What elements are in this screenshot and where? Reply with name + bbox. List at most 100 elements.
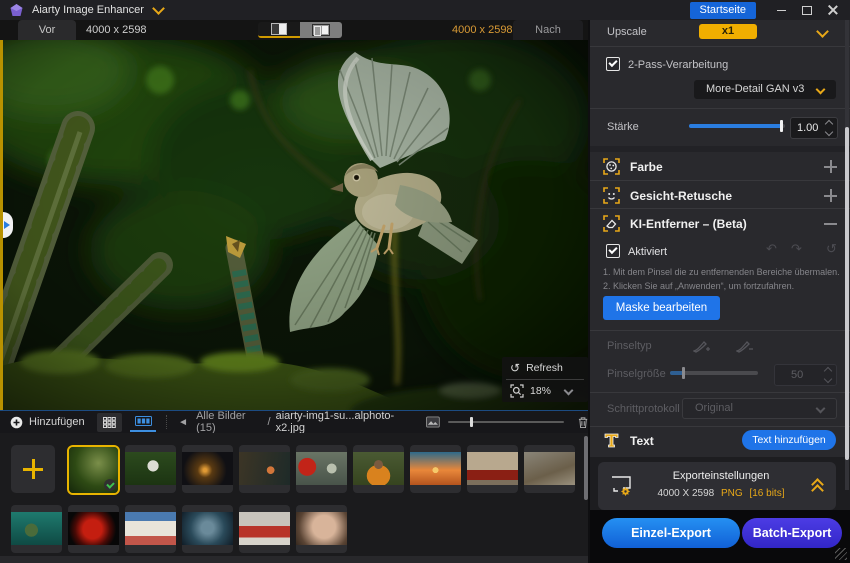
single-view-toggle[interactable] [258, 22, 300, 38]
two-pass-checkbox[interactable] [606, 57, 620, 71]
color-expand-icon[interactable] [824, 160, 837, 173]
grid-view-button[interactable] [96, 412, 123, 432]
split-view-toggle[interactable] [300, 22, 342, 38]
remover-section-header[interactable]: KI-Entferner – (Beta) [630, 217, 747, 231]
plus-circle-icon [10, 416, 23, 428]
history-label: Schrittprotokoll [607, 403, 680, 415]
thumbnail-photo [410, 452, 461, 485]
export-settings-box[interactable]: Exporteinstellungen 4000 X 2598 PNG [16 … [598, 462, 836, 510]
filmstrip-view-button[interactable] [130, 413, 157, 432]
strength-value-box[interactable]: 1.00 [790, 117, 838, 139]
breadcrumb[interactable]: Alle Bilder (15) [196, 410, 262, 434]
thumbnail-autumn-lake-house[interactable] [239, 445, 290, 493]
settings-panel: Upscale x1 2-Pass-Verarbeitung More-Deta… [588, 20, 850, 563]
thumbnail-woman-portrait[interactable] [296, 505, 347, 553]
remover-collapse-icon[interactable] [824, 217, 837, 230]
thumbnail-size-icon [425, 416, 440, 428]
thumbnail-heron[interactable] [125, 445, 176, 493]
undo-icon[interactable]: ↶ [766, 241, 777, 257]
thumbnail-photo [524, 452, 575, 485]
add-images-label: Hinzufügen [29, 416, 85, 428]
home-button[interactable]: Startseite [689, 1, 756, 19]
face-expand-icon[interactable] [824, 189, 837, 202]
thumbnails-horizontal-scrollbar[interactable] [0, 556, 588, 563]
single-view-icon [271, 23, 287, 35]
thumbnail-village-street[interactable] [524, 445, 575, 493]
enhanced-check-badge [104, 479, 116, 491]
color-section-icon [603, 158, 620, 175]
close-icon [828, 5, 838, 15]
thumbnail-photo [296, 452, 347, 485]
minimize-button[interactable] [768, 1, 794, 19]
text-section-icon [604, 433, 619, 448]
thumbnail-red-betta-fish[interactable] [68, 505, 119, 553]
history-dropdown[interactable]: Original [682, 398, 837, 419]
brush-size-value: 50 [791, 369, 804, 381]
model-dropdown[interactable]: More-Detail GAN v3 [694, 80, 836, 99]
brush-type-label: Pinseltyp [607, 340, 652, 352]
brush-add-icon[interactable] [693, 338, 710, 353]
face-section-icon [603, 187, 620, 204]
reset-icon[interactable]: ↺ [826, 241, 837, 257]
thumbnail-dog-closeup[interactable] [182, 505, 233, 553]
app-title: Aiarty Image Enhancer [32, 4, 144, 16]
tab-before[interactable]: Vor [18, 20, 76, 40]
single-export-button[interactable]: Einzel-Export [602, 518, 740, 548]
breadcrumb-separator: / [267, 416, 271, 428]
thumbnail-night-city[interactable] [182, 445, 233, 493]
trash-icon[interactable] [578, 416, 588, 429]
export-settings-icon [612, 476, 631, 496]
redo-icon[interactable]: ↷ [791, 241, 802, 257]
maximize-button[interactable] [794, 1, 820, 19]
thumbnail-red-station-snow[interactable] [239, 505, 290, 553]
remover-enabled-checkbox[interactable] [606, 244, 620, 258]
brush-subtract-icon[interactable] [736, 338, 753, 353]
thumbnail-child-orange-jacket[interactable] [353, 445, 404, 493]
add-image-tile[interactable] [11, 445, 55, 493]
thumbnail-photo [125, 452, 176, 485]
before-size-label: 4000 x 2598 [86, 24, 147, 36]
strength-spinner[interactable] [824, 119, 834, 137]
panel-scrollbar-thumb[interactable] [845, 127, 849, 460]
refresh-button[interactable]: ↺ Refresh [502, 357, 588, 379]
thumbnail-white-building-flowers[interactable] [125, 505, 176, 553]
remover-section-icon [603, 215, 620, 232]
app-menu-chevron-icon[interactable] [152, 2, 165, 15]
strength-value: 1.00 [797, 122, 819, 134]
brush-size-spinner[interactable] [823, 366, 833, 384]
history-dropdown-chevron-icon [815, 403, 826, 414]
color-section-header[interactable]: Farbe [630, 160, 663, 174]
after-size-label: 4000 x 2598 [452, 24, 513, 36]
bird-photo [0, 40, 588, 410]
brush-size-slider[interactable] [670, 367, 758, 379]
brush-size-value-box[interactable]: 50 [774, 364, 837, 386]
upscale-value-pill[interactable]: x1 [699, 24, 757, 39]
thumbnail-size-slider-thumb[interactable] [469, 417, 473, 427]
thumbnail-grid [0, 433, 588, 556]
back-arrow-icon[interactable]: ◄ [178, 417, 188, 428]
add-text-button[interactable]: Text hinzufügen [742, 430, 836, 450]
model-dropdown-value: More-Detail GAN v3 [706, 83, 805, 95]
thumbnail-hibiscus-hummingbird[interactable] [296, 445, 347, 493]
thumbnail-underwater-turtle[interactable] [11, 505, 62, 553]
zoom-control[interactable]: 18% [502, 380, 588, 402]
thumbnail-size-slider[interactable] [447, 417, 564, 427]
strength-label: Stärke [607, 121, 639, 133]
refresh-label: Refresh [526, 362, 563, 374]
thumbnail-red-classic-car[interactable] [467, 445, 518, 493]
upscale-chevron-icon[interactable] [816, 25, 829, 38]
image-preview[interactable] [0, 40, 588, 410]
strength-slider[interactable] [689, 120, 785, 132]
batch-export-button[interactable]: Batch-Export [742, 518, 842, 548]
close-button[interactable] [820, 1, 846, 19]
face-section-header[interactable]: Gesicht-Retusche [630, 189, 732, 203]
tab-after[interactable]: Nach [513, 20, 583, 40]
export-size: 4000 X 2598 [657, 488, 715, 499]
thumbnail-photo [296, 512, 347, 545]
thumbnail-sunset-grass[interactable] [410, 445, 461, 493]
thumbnail-bird-selected[interactable] [67, 445, 120, 495]
resize-grip[interactable] [835, 548, 847, 560]
minimize-icon [776, 9, 786, 11]
add-images-button[interactable]: Hinzufügen [0, 411, 95, 433]
edit-mask-button[interactable]: Maske bearbeiten [603, 296, 720, 320]
